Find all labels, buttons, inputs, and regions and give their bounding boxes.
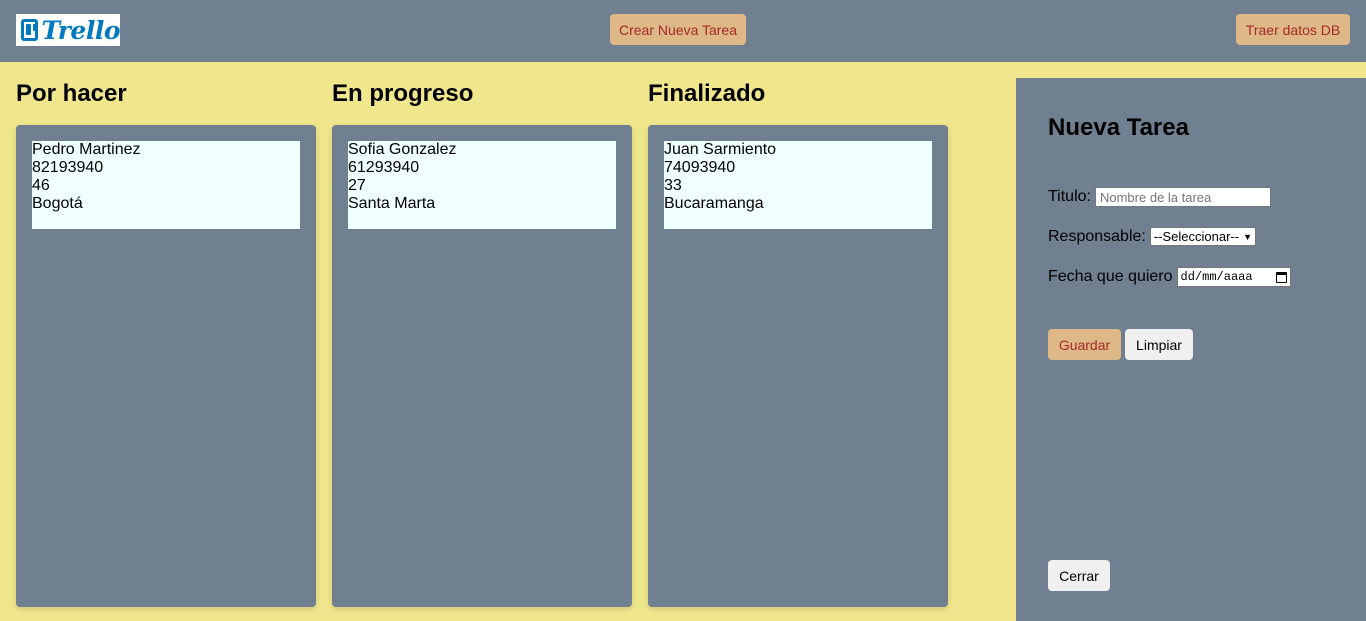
title-label: Titulo: (1048, 188, 1091, 205)
date-row: Fecha que quiero dd/mm/aaaa (1048, 267, 1291, 287)
title-row: Titulo: (1048, 187, 1271, 207)
title-input[interactable] (1094, 187, 1271, 207)
date-placeholder: dd/mm/aaaa (1180, 270, 1253, 284)
column-title-done: Finalizado (648, 80, 766, 107)
logo-text: Trello (41, 15, 120, 45)
date-label: Fecha que quiero (1048, 268, 1173, 285)
top-navbar: Trello Crear Nueva Tarea Traer datos DB (0, 0, 1366, 62)
card-age: 27 (348, 177, 366, 194)
card-age: 33 (664, 177, 682, 194)
trello-board-icon (21, 19, 39, 41)
task-card[interactable]: Sofia Gonzalez 61293940 27 Santa Marta (348, 141, 616, 229)
fetch-db-button[interactable]: Traer datos DB (1236, 14, 1350, 45)
create-task-button[interactable]: Crear Nueva Tarea (610, 14, 746, 45)
calendar-icon[interactable] (1275, 271, 1287, 283)
date-input[interactable]: dd/mm/aaaa (1176, 267, 1291, 287)
column-title-todo: Por hacer (16, 80, 127, 107)
task-card[interactable]: Pedro Martinez 82193940 46 Bogotá (32, 141, 300, 229)
card-name: Pedro Martinez (32, 141, 141, 158)
responsible-selected-value: --Seleccionar-- (1153, 229, 1240, 244)
card-id: 74093940 (664, 159, 736, 176)
task-card[interactable]: Juan Sarmiento 74093940 33 Bucaramanga (664, 141, 932, 229)
column-title-in-progress: En progreso (332, 80, 474, 107)
card-id: 82193940 (32, 159, 104, 176)
card-id: 61293940 (348, 159, 420, 176)
save-button[interactable]: Guardar (1048, 329, 1121, 360)
clear-button[interactable]: Limpiar (1125, 329, 1193, 360)
card-city: Santa Marta (348, 195, 436, 212)
card-name: Juan Sarmiento (664, 141, 777, 158)
responsible-label: Responsable: (1048, 227, 1146, 245)
responsible-select[interactable]: --Seleccionar-- ▼ (1149, 227, 1257, 246)
column-todo[interactable]: Pedro Martinez 82193940 46 Bogotá (16, 125, 316, 607)
chevron-down-icon: ▼ (1243, 231, 1253, 242)
close-button[interactable]: Cerrar (1048, 560, 1110, 591)
panel-title: Nueva Tarea (1048, 114, 1189, 141)
trello-logo[interactable]: Trello (16, 14, 120, 46)
card-age: 46 (32, 177, 50, 194)
column-in-progress[interactable]: Sofia Gonzalez 61293940 27 Santa Marta (332, 125, 632, 607)
card-city: Bucaramanga (664, 195, 764, 212)
card-name: Sofia Gonzalez (348, 141, 457, 158)
card-city: Bogotá (32, 195, 83, 212)
column-done[interactable]: Juan Sarmiento 74093940 33 Bucaramanga (648, 125, 948, 607)
new-task-panel: Nueva Tarea Titulo: Responsable: --Selec… (1016, 78, 1366, 621)
responsible-row: Responsable: --Seleccionar-- ▼ (1048, 227, 1257, 246)
